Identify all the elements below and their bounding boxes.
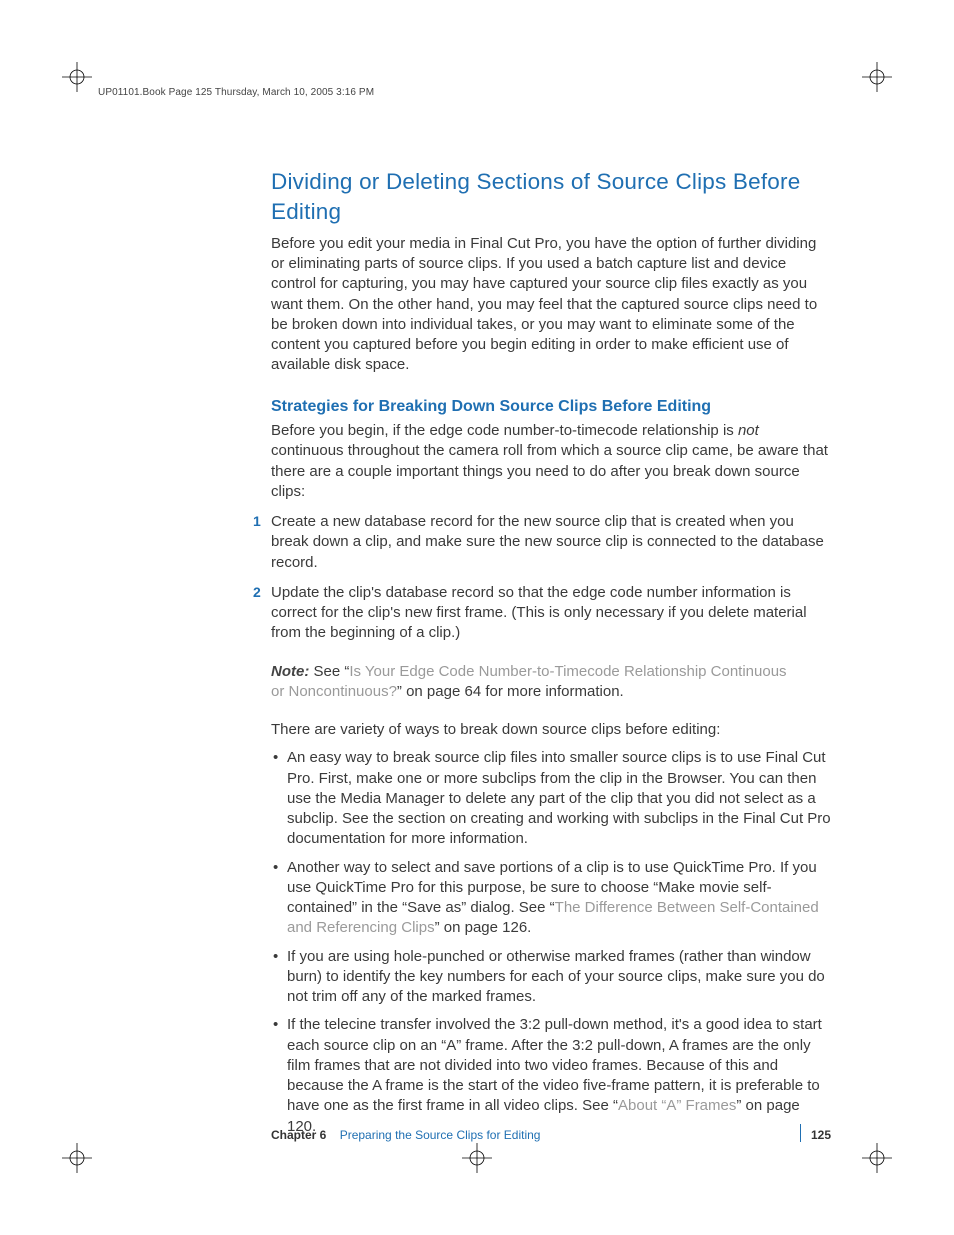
text-fragment: ” on page 126.	[435, 919, 532, 936]
page-content: Dividing or Deleting Sections of Source …	[271, 167, 831, 1137]
list-item: Another way to select and save portions …	[271, 858, 831, 939]
step-text: Create a new database record for the new…	[271, 513, 824, 571]
bullet-list: An easy way to break source clip files i…	[271, 748, 831, 1137]
ordered-step-2: 2 Update the clip's database record so t…	[271, 583, 831, 644]
page-number: 125	[811, 1127, 831, 1143]
crop-mark-bottom-center	[462, 1143, 492, 1173]
crop-mark-bottom-right	[862, 1143, 892, 1173]
cross-reference-link[interactable]: About “A” Frames	[618, 1097, 736, 1114]
chapter-number-label: Chapter 6	[271, 1128, 326, 1142]
list-item: If you are using hole-punched or otherwi…	[271, 947, 831, 1008]
page-footer: Chapter 6 Preparing the Source Clips for…	[271, 1127, 831, 1143]
step-text: Update the clip's database record so tha…	[271, 584, 807, 642]
list-item: An easy way to break source clip files i…	[271, 748, 831, 849]
note-label: Note:	[271, 663, 309, 680]
text-fragment: See “	[309, 663, 349, 680]
intro-paragraph: Before you edit your media in Final Cut …	[271, 234, 831, 376]
subsection-intro: Before you begin, if the edge code numbe…	[271, 421, 831, 502]
lead-in-sentence: There are variety of ways to break down …	[271, 720, 831, 740]
footer-divider	[800, 1124, 801, 1142]
bullet-text: If you are using hole-punched or otherwi…	[287, 948, 825, 1006]
list-item: If the telecine transfer involved the 3:…	[271, 1015, 831, 1137]
subsection-heading: Strategies for Breaking Down Source Clip…	[271, 396, 831, 418]
crop-mark-top-left	[62, 62, 92, 92]
crop-mark-top-right	[862, 62, 892, 92]
chapter-title: Preparing the Source Clips for Editing	[340, 1128, 541, 1142]
section-title: Dividing or Deleting Sections of Source …	[271, 167, 831, 228]
emphasis-not: not	[738, 422, 759, 439]
step-number: 2	[253, 583, 261, 602]
text-fragment: continuous throughout the camera roll fr…	[271, 442, 828, 500]
text-fragment: Before you begin, if the edge code numbe…	[271, 422, 738, 439]
text-fragment: ” on page 64 for more information.	[397, 683, 624, 700]
crop-mark-bottom-left	[62, 1143, 92, 1173]
ordered-step-1: 1 Create a new database record for the n…	[271, 512, 831, 573]
step-number: 1	[253, 512, 261, 531]
note-block: Note: See “Is Your Edge Code Number-to-T…	[271, 662, 831, 703]
running-header: UP01101.Book Page 125 Thursday, March 10…	[98, 86, 374, 100]
bullet-text: An easy way to break source clip files i…	[287, 749, 831, 847]
